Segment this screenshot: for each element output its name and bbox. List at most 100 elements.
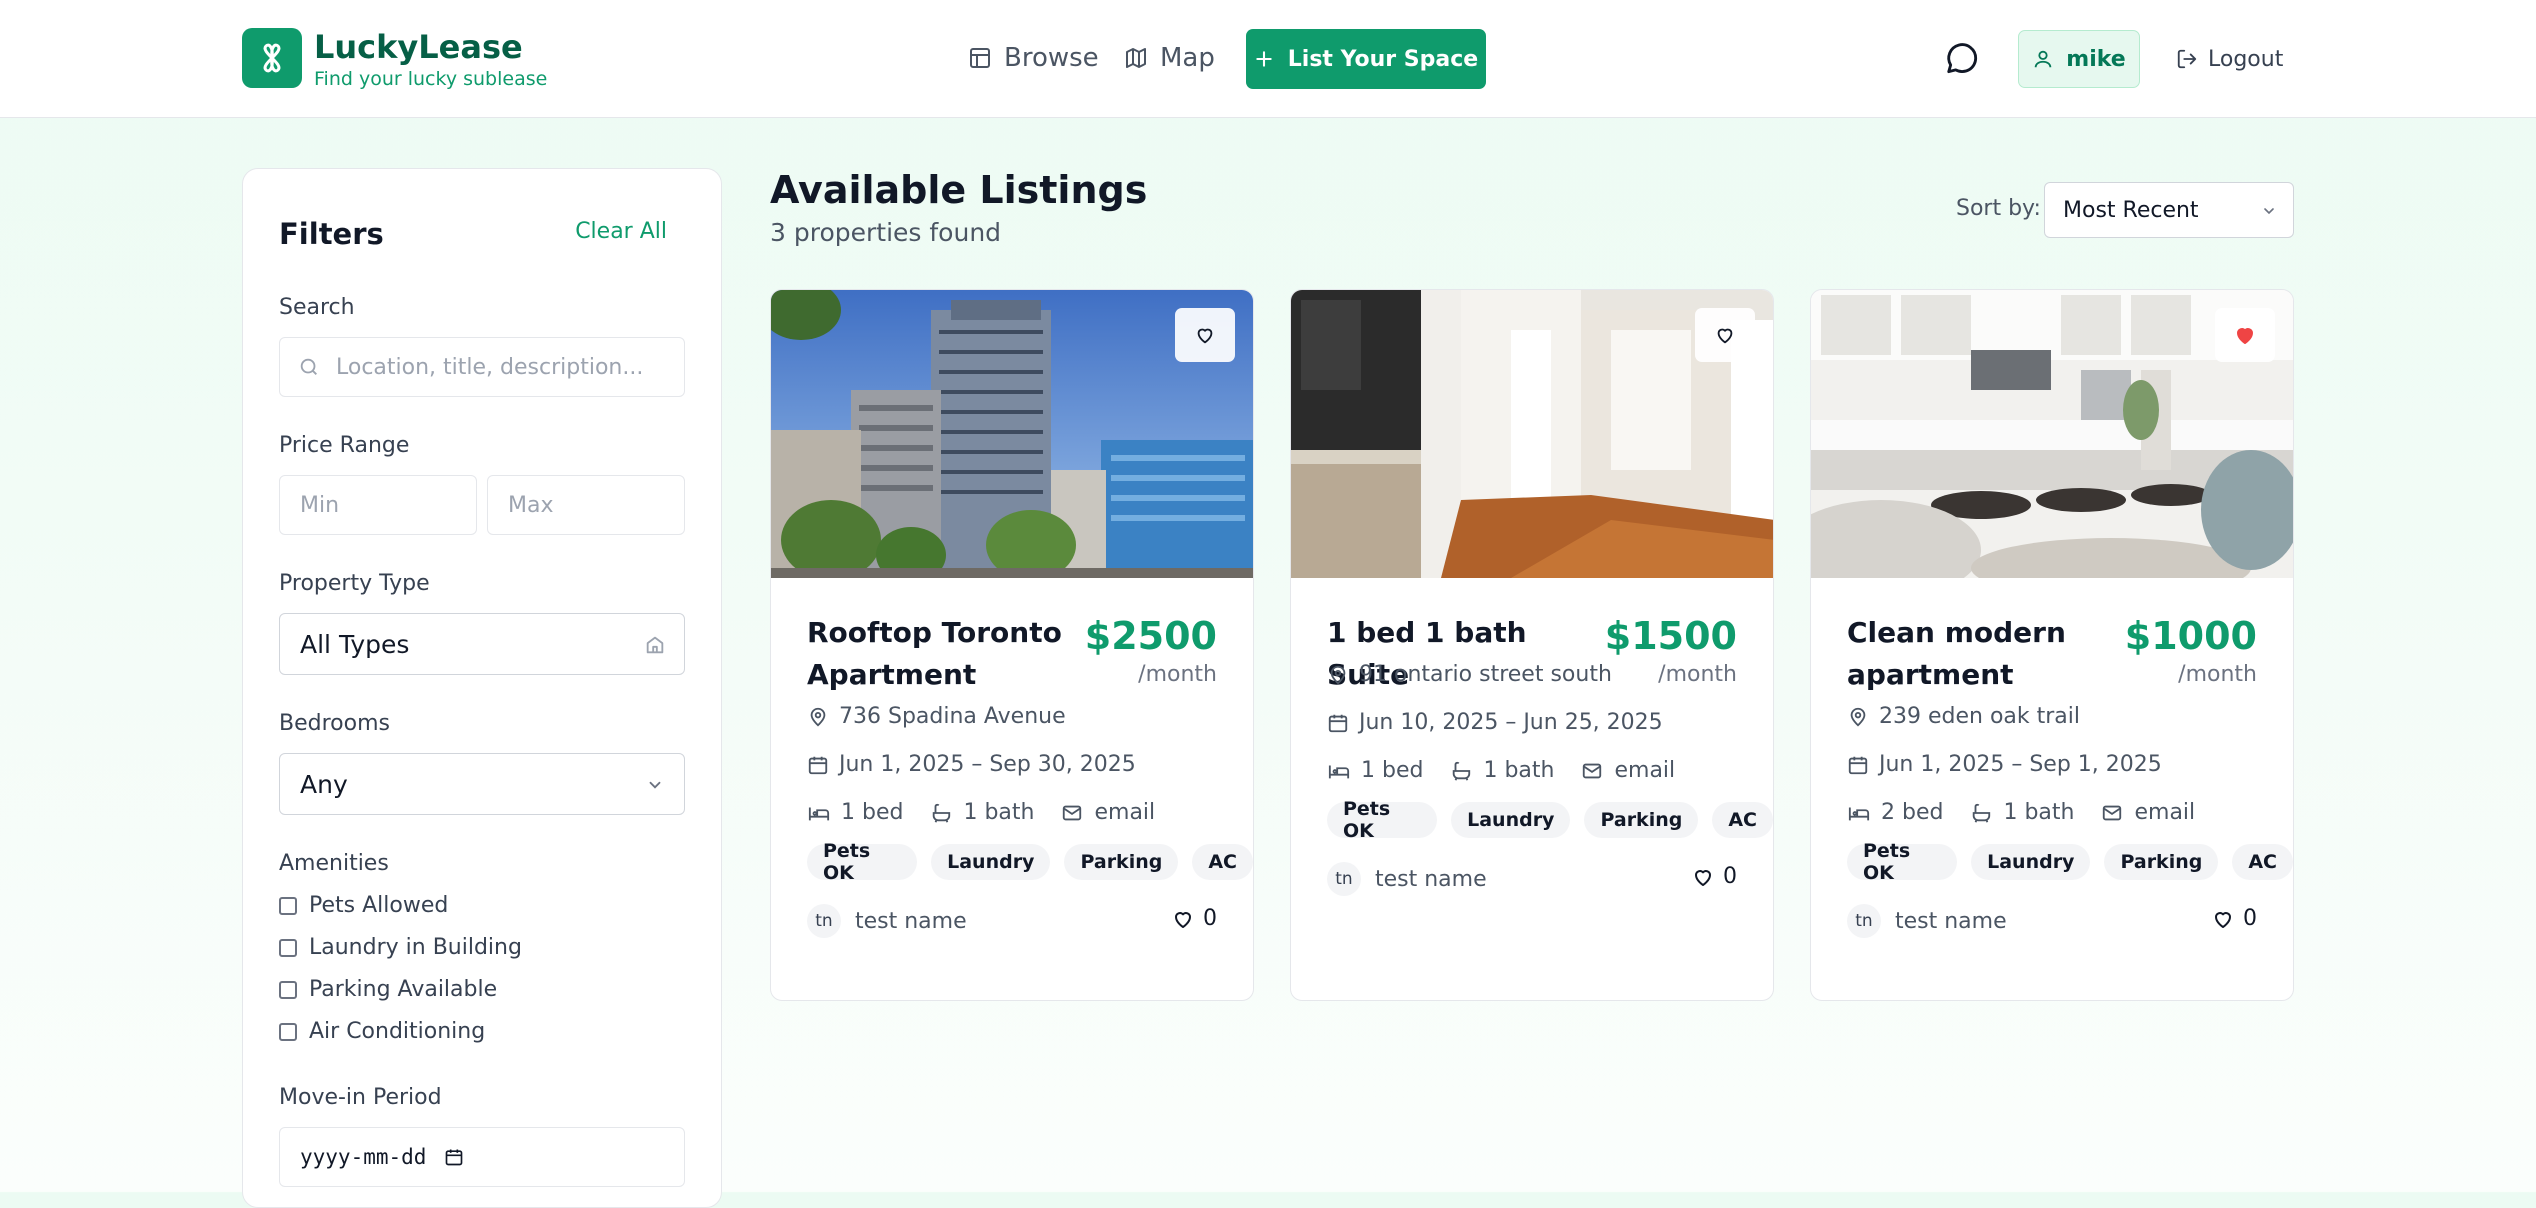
price-min-input[interactable]: Min: [279, 475, 477, 535]
logout-button[interactable]: Logout: [2176, 36, 2283, 82]
avatar: tn: [1327, 862, 1361, 896]
amenity-ac-checkbox[interactable]: Air Conditioning: [279, 1019, 485, 1044]
checkbox-box[interactable]: [279, 980, 297, 999]
like-count[interactable]: 0: [1691, 864, 1737, 889]
listing-title[interactable]: Clean modern apartment: [1847, 612, 2117, 696]
contact-text: email: [2134, 800, 2196, 825]
favorite-button-active[interactable]: [2215, 308, 2275, 362]
likes-value: 0: [1723, 864, 1737, 889]
listing-features: 1 bed 1 bath email: [1327, 758, 1701, 783]
listing-price: $2500: [1084, 614, 1217, 658]
map-icon: [1126, 48, 1146, 68]
favorite-button[interactable]: [1175, 308, 1235, 362]
list-your-space-button[interactable]: List Your Space: [1246, 29, 1486, 89]
nav-browse-label: Browse: [1004, 43, 1099, 73]
listing-card[interactable]: 1 bed 1 bath Suite $1500 /month 91 ontar…: [1290, 289, 1774, 1001]
bath-icon: [1973, 803, 1991, 823]
clover-icon: [263, 43, 281, 73]
price-max-input[interactable]: Max: [487, 475, 685, 535]
layout-icon: [970, 48, 990, 68]
chat-bubble-icon: [1947, 43, 1978, 74]
tag-pets: Pets OK: [1847, 840, 1958, 884]
user-name: mike: [2066, 46, 2126, 72]
checkbox-box[interactable]: [279, 896, 297, 915]
contact-text: email: [1614, 758, 1676, 783]
avatar: tn: [807, 904, 841, 938]
sort-value: Most Recent: [2063, 197, 2199, 223]
listing-price: $1000: [2124, 614, 2257, 658]
listing-features: 2 bed 1 bath email: [1847, 800, 2221, 825]
listing-price: $1500: [1604, 614, 1737, 658]
amenity-pets-checkbox[interactable]: Pets Allowed: [279, 893, 448, 918]
user-icon: [2035, 50, 2052, 68]
listing-title[interactable]: Rooftop Toronto Apartment: [807, 612, 1077, 696]
bed-icon: [1848, 807, 1870, 820]
listing-dates: Jun 10, 2025 – Jun 25, 2025: [1327, 710, 1663, 735]
price-range-label: Price Range: [279, 433, 410, 458]
amenity-tags: Pets OK Laundry Parking AC: [1327, 798, 1773, 842]
price-period: /month: [1658, 662, 1737, 687]
move-in-date-input[interactable]: yyyy-mm-dd: [279, 1127, 685, 1187]
plus-icon: [1256, 51, 1272, 67]
bedrooms-select[interactable]: Any: [279, 753, 685, 815]
beds-info: 1 bed: [807, 800, 903, 825]
listing-host: tn test name: [1327, 862, 1487, 896]
brand-name[interactable]: LuckyLease: [314, 28, 523, 66]
listing-card[interactable]: Clean modern apartment $1000 /month 239 …: [1810, 289, 2294, 1001]
heart-filled-icon: [2237, 328, 2253, 344]
tag-ac: AC: [1192, 844, 1253, 880]
chevron-down-icon: [2264, 208, 2274, 215]
property-type-select[interactable]: All Types: [279, 613, 685, 675]
amenity-parking-checkbox[interactable]: Parking Available: [279, 977, 497, 1002]
like-count[interactable]: 0: [2211, 906, 2257, 931]
tag-parking: Parking: [2104, 844, 2219, 880]
contact-info: email: [1060, 800, 1155, 825]
move-in-placeholder: yyyy-mm-dd: [300, 1145, 427, 1169]
map-pin-icon: [1330, 665, 1346, 684]
amenity-laundry-checkbox[interactable]: Laundry in Building: [279, 935, 522, 960]
dates-text: Jun 10, 2025 – Jun 25, 2025: [1359, 710, 1663, 735]
checkbox-box[interactable]: [279, 1022, 297, 1041]
filters-panel: Filters Clear All Search Location, title…: [242, 168, 722, 1208]
dates-text: Jun 1, 2025 – Sep 1, 2025: [1879, 752, 2162, 777]
baths-info: 1 bath: [1969, 800, 2074, 825]
beds-text: 1 bed: [841, 800, 904, 825]
bath-icon: [1453, 761, 1471, 781]
brand-logo[interactable]: [242, 28, 302, 88]
host-name: test name: [855, 908, 967, 934]
listing-address: 91 ontario street south: [1327, 662, 1612, 687]
tag-pets: Pets OK: [1327, 798, 1438, 842]
tag-laundry: Laundry: [1451, 802, 1571, 838]
tag-parking: Parking: [1064, 844, 1179, 880]
amenity-label: Air Conditioning: [309, 1019, 486, 1044]
favorite-button[interactable]: [1695, 308, 1755, 362]
listing-card[interactable]: Rooftop Toronto Apartment $2500 /month 7…: [770, 289, 1254, 1001]
amenity-label: Parking Available: [309, 977, 498, 1002]
messages-button[interactable]: [1944, 40, 1982, 78]
nav-map[interactable]: Map: [1124, 36, 1215, 80]
map-pin-icon: [810, 707, 826, 726]
calendar-icon[interactable]: [444, 1147, 464, 1167]
listing-dates: Jun 1, 2025 – Sep 1, 2025: [1847, 752, 2162, 777]
baths-info: 1 bath: [1449, 758, 1554, 783]
beds-text: 1 bed: [1361, 758, 1424, 783]
price-min-placeholder: Min: [300, 492, 340, 518]
sort-select[interactable]: Most Recent: [2044, 182, 2294, 238]
heart-outline-icon: [2215, 911, 2231, 928]
nav-browse[interactable]: Browse: [968, 36, 1099, 80]
search-input[interactable]: Location, title, description...: [279, 337, 685, 397]
clear-all-button[interactable]: Clear All: [575, 219, 667, 244]
brand-tagline: Find your lucky sublease: [314, 68, 548, 90]
listing-address: 736 Spadina Avenue: [807, 704, 1066, 729]
amenity-tags: Pets OK Laundry Parking AC: [807, 840, 1253, 884]
like-count[interactable]: 0: [1171, 906, 1217, 931]
baths-text: 1 bath: [2003, 800, 2075, 825]
calendar-icon: [1328, 714, 1348, 732]
checkbox-box[interactable]: [279, 938, 297, 957]
beds-info: 1 bed: [1327, 758, 1423, 783]
bed-icon: [808, 807, 830, 820]
user-profile-button[interactable]: mike: [2018, 30, 2140, 88]
bed-icon: [1328, 765, 1350, 778]
logout-label: Logout: [2208, 46, 2284, 72]
nav-map-label: Map: [1160, 43, 1215, 73]
